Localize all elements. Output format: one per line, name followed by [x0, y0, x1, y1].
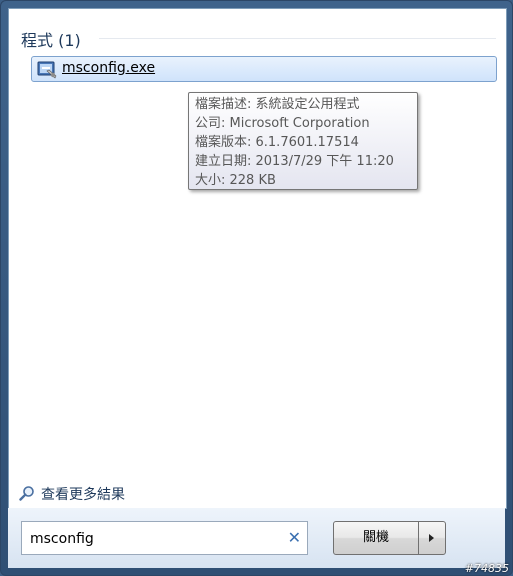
- magnifier-icon: [19, 486, 34, 501]
- search-input[interactable]: [28, 528, 282, 550]
- shutdown-options-button[interactable]: [418, 521, 446, 555]
- tooltip-size: 大小: 228 KB: [195, 173, 276, 188]
- msconfig-app-icon: [37, 61, 57, 79]
- result-item-msconfig[interactable]: msconfig.exe: [31, 56, 497, 82]
- results-panel: 程式 (1) msconfig.exe 檔案描述: 系統設定公用程式 公司: M…: [8, 8, 507, 509]
- tooltip-created: 建立日期: 2013/7/29 下午 11:20: [195, 154, 394, 169]
- group-header-programs: 程式 (1): [21, 31, 81, 50]
- shutdown-button[interactable]: 關機: [333, 521, 419, 555]
- bottom-bar: ✕ 關機: [8, 508, 505, 568]
- file-info-tooltip: 檔案描述: 系統設定公用程式 公司: Microsoft Corporation…: [188, 92, 418, 190]
- tooltip-version: 檔案版本: 6.1.7601.17514: [195, 135, 359, 150]
- arrow-right-icon: [429, 534, 434, 542]
- result-label: msconfig.exe: [62, 60, 156, 76]
- search-box[interactable]: ✕: [21, 521, 308, 555]
- tooltip-company: 公司: Microsoft Corporation: [195, 116, 370, 131]
- group-divider: [99, 38, 496, 39]
- close-icon[interactable]: ✕: [288, 530, 301, 546]
- tooltip-description: 檔案描述: 系統設定公用程式: [195, 97, 360, 112]
- see-more-results-label: 查看更多結果: [41, 487, 125, 503]
- start-menu: 程式 (1) msconfig.exe 檔案描述: 系統設定公用程式 公司: M…: [0, 0, 513, 576]
- watermark: #74835: [464, 562, 509, 575]
